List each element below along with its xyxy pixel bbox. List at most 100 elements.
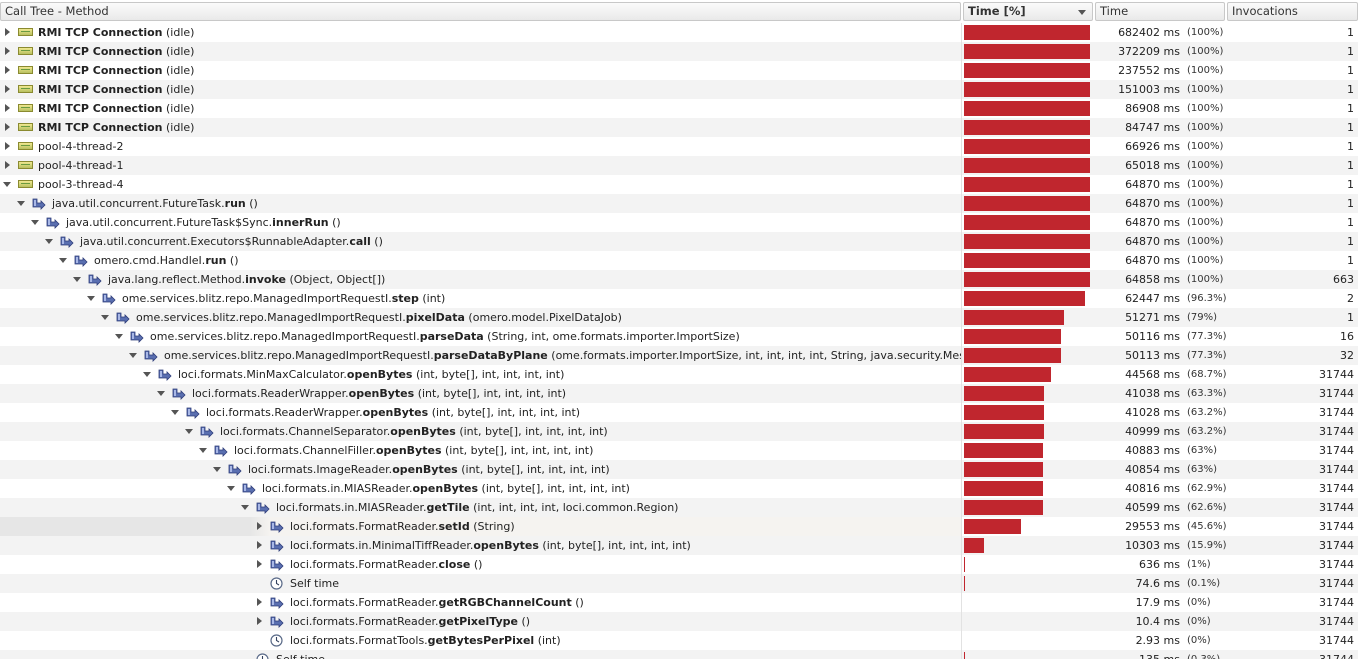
table-row[interactable]: loci.formats.ReaderWrapper.openBytes (in…: [0, 384, 1358, 403]
tree-collapsed-icon[interactable]: [2, 156, 14, 175]
tree-expanded-icon[interactable]: [114, 327, 126, 346]
table-row[interactable]: Self time 74.6 ms (0.1%) 31744: [0, 574, 1358, 593]
method-cell[interactable]: loci.formats.ReaderWrapper.openBytes (in…: [0, 403, 961, 422]
method-cell[interactable]: pool-4-thread-2: [0, 137, 961, 156]
tree-collapsed-icon[interactable]: [2, 80, 14, 99]
method-cell[interactable]: java.util.concurrent.FutureTask$Sync.inn…: [0, 213, 961, 232]
tree-expanded-icon[interactable]: [142, 365, 154, 384]
table-row[interactable]: ome.services.blitz.repo.ManagedImportReq…: [0, 327, 1358, 346]
table-row[interactable]: RMI TCP Connection (idle) 151003 ms (100%)…: [0, 80, 1358, 99]
tree-collapsed-icon[interactable]: [2, 137, 14, 156]
method-cell[interactable]: ome.services.blitz.repo.ManagedImportReq…: [0, 346, 961, 365]
method-cell[interactable]: loci.formats.ImageReader.openBytes (int,…: [0, 460, 961, 479]
tree-collapsed-icon[interactable]: [254, 517, 266, 536]
table-row[interactable]: loci.formats.FormatReader.getPixelType (…: [0, 612, 1358, 631]
method-cell[interactable]: Self time: [0, 574, 961, 593]
table-row[interactable]: java.util.concurrent.FutureTask.run () 64…: [0, 194, 1358, 213]
tree-expanded-icon[interactable]: [170, 403, 182, 422]
method-cell[interactable]: loci.formats.ChannelSeparator.openBytes …: [0, 422, 961, 441]
table-row[interactable]: loci.formats.in.MIASReader.openBytes (in…: [0, 479, 1358, 498]
method-cell[interactable]: loci.formats.FormatReader.getPixelType (…: [0, 612, 961, 631]
tree-expanded-icon[interactable]: [44, 232, 56, 251]
method-cell[interactable]: pool-4-thread-1: [0, 156, 961, 175]
method-cell[interactable]: RMI TCP Connection (idle): [0, 99, 961, 118]
column-header-time-percent[interactable]: Time [%]: [963, 2, 1093, 21]
column-header-time[interactable]: Time: [1095, 2, 1225, 21]
method-cell[interactable]: RMI TCP Connection (idle): [0, 80, 961, 99]
tree-expanded-icon[interactable]: [16, 194, 28, 213]
method-cell[interactable]: loci.formats.MinMaxCalculator.openBytes …: [0, 365, 961, 384]
tree-expanded-icon[interactable]: [212, 460, 224, 479]
table-row[interactable]: loci.formats.FormatTools.getBytesPerPixe…: [0, 631, 1358, 650]
method-cell[interactable]: loci.formats.FormatReader.setId (String): [0, 517, 961, 536]
method-cell[interactable]: loci.formats.in.MIASReader.getTile (int,…: [0, 498, 961, 517]
method-cell[interactable]: loci.formats.FormatTools.getBytesPerPixe…: [0, 631, 961, 650]
tree-expanded-icon[interactable]: [86, 289, 98, 308]
table-row[interactable]: java.lang.reflect.Method.invoke (Object,…: [0, 270, 1358, 289]
method-cell[interactable]: loci.formats.in.MIASReader.openBytes (in…: [0, 479, 961, 498]
method-cell[interactable]: loci.formats.FormatReader.getRGBChannelC…: [0, 593, 961, 612]
tree-collapsed-icon[interactable]: [254, 555, 266, 574]
method-cell[interactable]: java.util.concurrent.Executors$RunnableA…: [0, 232, 961, 251]
method-cell[interactable]: ome.services.blitz.repo.ManagedImportReq…: [0, 308, 961, 327]
column-header-invocations[interactable]: Invocations: [1227, 2, 1358, 21]
table-row[interactable]: RMI TCP Connection (idle) 682402 ms (100%)…: [0, 23, 1358, 42]
table-row[interactable]: ome.services.blitz.repo.ManagedImportReq…: [0, 308, 1358, 327]
table-row[interactable]: ome.services.blitz.repo.ManagedImportReq…: [0, 346, 1358, 365]
table-row[interactable]: RMI TCP Connection (idle) 372209 ms (100%)…: [0, 42, 1358, 61]
method-cell[interactable]: java.lang.reflect.Method.invoke (Object,…: [0, 270, 961, 289]
table-row[interactable]: omero.cmd.HandleI.run () 64870 ms (100%) 1: [0, 251, 1358, 270]
tree-collapsed-icon[interactable]: [254, 593, 266, 612]
method-cell[interactable]: RMI TCP Connection (idle): [0, 118, 961, 137]
table-row[interactable]: loci.formats.in.MinimalTiffReader.openBy…: [0, 536, 1358, 555]
table-row[interactable]: pool-3-thread-4 64870 ms (100%) 1: [0, 175, 1358, 194]
table-row[interactable]: loci.formats.in.MIASReader.getTile (int,…: [0, 498, 1358, 517]
method-cell[interactable]: java.util.concurrent.FutureTask.run (): [0, 194, 961, 213]
table-row[interactable]: java.util.concurrent.FutureTask$Sync.inn…: [0, 213, 1358, 232]
table-row[interactable]: loci.formats.FormatReader.getRGBChannelC…: [0, 593, 1358, 612]
method-cell[interactable]: loci.formats.ReaderWrapper.openBytes (in…: [0, 384, 961, 403]
tree-collapsed-icon[interactable]: [254, 536, 266, 555]
method-cell[interactable]: RMI TCP Connection (idle): [0, 23, 961, 42]
tree-expanded-icon[interactable]: [198, 441, 210, 460]
tree-expanded-icon[interactable]: [72, 270, 84, 289]
tree-expanded-icon[interactable]: [30, 213, 42, 232]
column-header-method[interactable]: Call Tree - Method: [0, 2, 961, 21]
table-row[interactable]: loci.formats.FormatReader.close () 636 ms…: [0, 555, 1358, 574]
method-cell[interactable]: ome.services.blitz.repo.ManagedImportReq…: [0, 327, 961, 346]
method-cell[interactable]: Self time: [0, 650, 961, 659]
method-cell[interactable]: RMI TCP Connection (idle): [0, 42, 961, 61]
tree-expanded-icon[interactable]: [184, 422, 196, 441]
method-cell[interactable]: ome.services.blitz.repo.ManagedImportReq…: [0, 289, 961, 308]
table-row[interactable]: RMI TCP Connection (idle) 84747 ms (100%) 1: [0, 118, 1358, 137]
tree-collapsed-icon[interactable]: [254, 612, 266, 631]
table-row[interactable]: RMI TCP Connection (idle) 86908 ms (100%) 1: [0, 99, 1358, 118]
table-row[interactable]: pool-4-thread-2 66926 ms (100%) 1: [0, 137, 1358, 156]
tree-expanded-icon[interactable]: [226, 479, 238, 498]
table-row[interactable]: ome.services.blitz.repo.ManagedImportReq…: [0, 289, 1358, 308]
method-cell[interactable]: omero.cmd.HandleI.run (): [0, 251, 961, 270]
method-cell[interactable]: loci.formats.ChannelFiller.openBytes (in…: [0, 441, 961, 460]
tree-expanded-icon[interactable]: [2, 175, 14, 194]
table-row[interactable]: loci.formats.ImageReader.openBytes (int,…: [0, 460, 1358, 479]
table-row[interactable]: loci.formats.MinMaxCalculator.openBytes …: [0, 365, 1358, 384]
tree-expanded-icon[interactable]: [156, 384, 168, 403]
table-row[interactable]: java.util.concurrent.Executors$RunnableA…: [0, 232, 1358, 251]
tree-collapsed-icon[interactable]: [2, 42, 14, 61]
tree-collapsed-icon[interactable]: [2, 23, 14, 42]
tree-expanded-icon[interactable]: [128, 346, 140, 365]
method-cell[interactable]: loci.formats.FormatReader.close (): [0, 555, 961, 574]
tree-expanded-icon[interactable]: [240, 498, 252, 517]
table-row[interactable]: pool-4-thread-1 65018 ms (100%) 1: [0, 156, 1358, 175]
tree-collapsed-icon[interactable]: [2, 99, 14, 118]
table-row[interactable]: loci.formats.ChannelFiller.openBytes (in…: [0, 441, 1358, 460]
table-row[interactable]: Self time 135 ms (0.3%) 31744: [0, 650, 1358, 659]
tree-collapsed-icon[interactable]: [2, 61, 14, 80]
table-row[interactable]: loci.formats.FormatReader.setId (String)…: [0, 517, 1358, 536]
tree-collapsed-icon[interactable]: [2, 118, 14, 137]
table-row[interactable]: loci.formats.ChannelSeparator.openBytes …: [0, 422, 1358, 441]
table-row[interactable]: loci.formats.ReaderWrapper.openBytes (in…: [0, 403, 1358, 422]
table-row[interactable]: RMI TCP Connection (idle) 237552 ms (100%)…: [0, 61, 1358, 80]
tree-expanded-icon[interactable]: [58, 251, 70, 270]
tree-expanded-icon[interactable]: [100, 308, 112, 327]
